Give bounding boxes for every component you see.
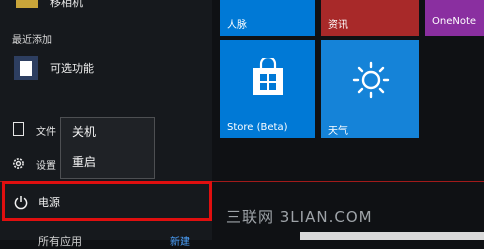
news-tile-label: 资讯	[328, 20, 348, 31]
news-tile[interactable]: 资讯	[321, 0, 419, 36]
settings-label[interactable]: 设置	[36, 157, 56, 172]
store-tile-label: Store (Beta)	[227, 122, 288, 133]
sun-icon	[352, 61, 390, 99]
shutdown-menu-item[interactable]: 关机	[61, 118, 154, 147]
people-tile[interactable]: 人脉	[220, 0, 315, 36]
gear-icon[interactable]	[11, 156, 26, 171]
document-icon	[20, 61, 32, 76]
onenote-tile[interactable]: OneNote	[425, 0, 484, 36]
optional-features-label[interactable]: 可选功能	[50, 60, 94, 76]
app-icon[interactable]	[16, 0, 38, 8]
watermark: 三联网 3LIAN.COM	[226, 208, 373, 226]
onenote-tile-label: OneNote	[432, 16, 477, 27]
documents-label[interactable]: 文件	[36, 123, 56, 138]
power-highlight-box	[2, 181, 212, 221]
top-app-label[interactable]: 移相机	[50, 0, 83, 10]
watermark-strip	[300, 232, 484, 240]
store-tile[interactable]: Store (Beta)	[220, 40, 315, 138]
power-flyout-menu: 关机 重启	[60, 117, 155, 179]
weather-tile-label: 天气	[328, 126, 348, 137]
recently-added-heading: 最近添加	[12, 35, 52, 46]
weather-tile[interactable]: 天气	[321, 40, 419, 138]
new-badge: 新建	[170, 237, 190, 248]
people-tile-label: 人脉	[227, 20, 247, 31]
store-bag-icon	[253, 58, 283, 95]
all-apps-label[interactable]: 所有应用	[38, 233, 82, 249]
restart-menu-item[interactable]: 重启	[61, 148, 154, 177]
documents-icon[interactable]	[13, 122, 24, 136]
